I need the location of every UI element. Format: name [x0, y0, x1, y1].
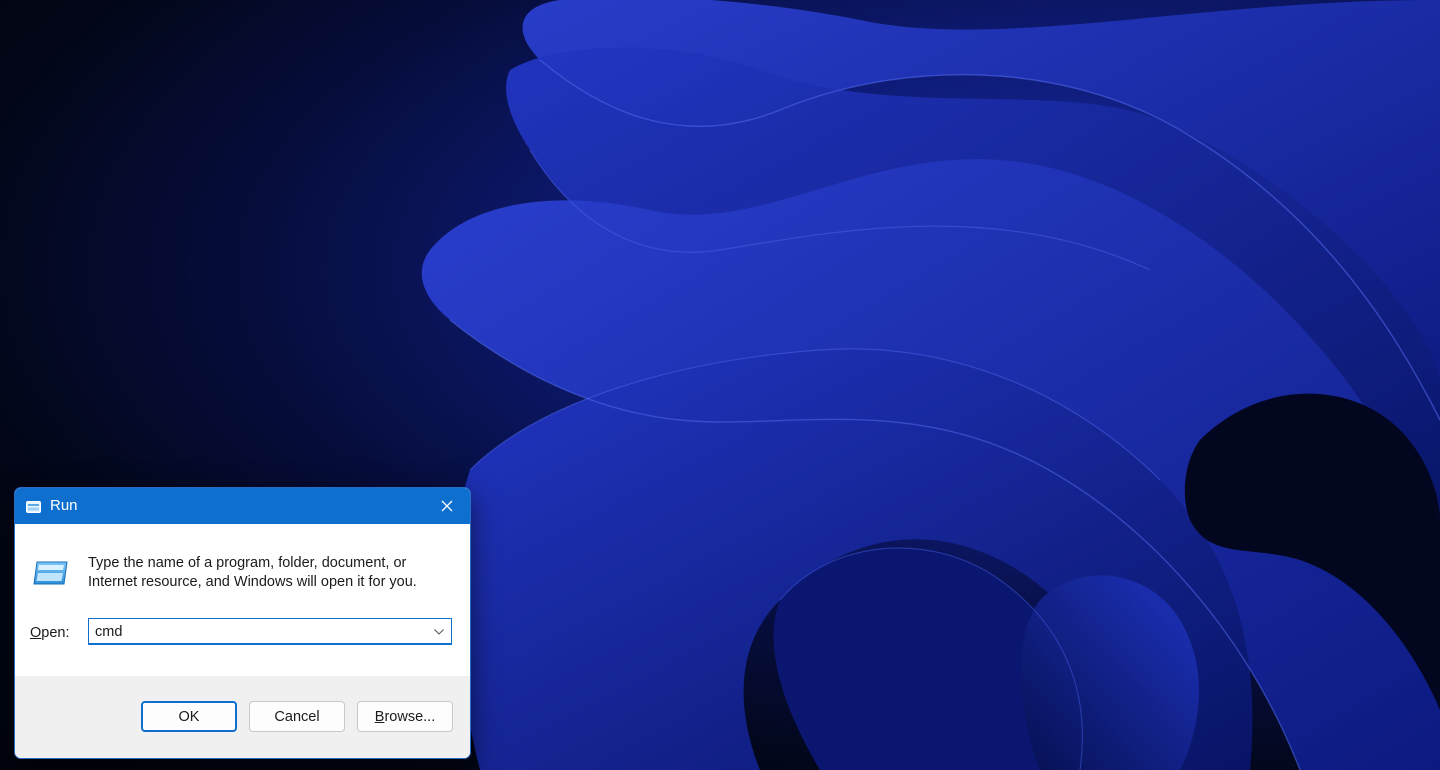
browse-mnemonic: B	[374, 708, 385, 725]
cancel-button[interactable]: Cancel	[249, 701, 345, 732]
open-label: Open:	[30, 625, 70, 641]
browse-label-text: rowse...	[384, 708, 436, 725]
window-title: Run	[50, 497, 78, 514]
description-text: Type the name of a program, folder, docu…	[88, 554, 448, 592]
ok-button-label: OK	[178, 708, 200, 725]
run-icon	[26, 500, 41, 513]
chevron-down-icon	[434, 629, 444, 635]
browse-button[interactable]: Browse...	[357, 701, 453, 732]
ok-button[interactable]: OK	[141, 701, 237, 732]
description-line-2: Internet resource, and Windows will open…	[88, 574, 417, 590]
close-icon	[441, 500, 453, 512]
description-line-1: Type the name of a program, folder, docu…	[88, 555, 407, 571]
open-label-mnemonic: O	[30, 625, 42, 641]
run-dialog: Run Type the name of a program, folder, …	[14, 487, 471, 759]
dropdown-button[interactable]	[431, 624, 447, 640]
open-input[interactable]	[95, 622, 415, 641]
close-button[interactable]	[424, 488, 470, 524]
button-bar: OK Cancel Browse...	[15, 676, 470, 758]
run-icon	[33, 560, 69, 586]
title-bar[interactable]: Run	[15, 488, 470, 524]
dialog-content: Type the name of a program, folder, docu…	[15, 524, 470, 676]
cancel-button-label: Cancel	[274, 708, 320, 725]
open-label-text: pen:	[41, 625, 70, 641]
open-combobox[interactable]	[88, 618, 452, 645]
browse-button-label: Browse...	[375, 709, 435, 725]
